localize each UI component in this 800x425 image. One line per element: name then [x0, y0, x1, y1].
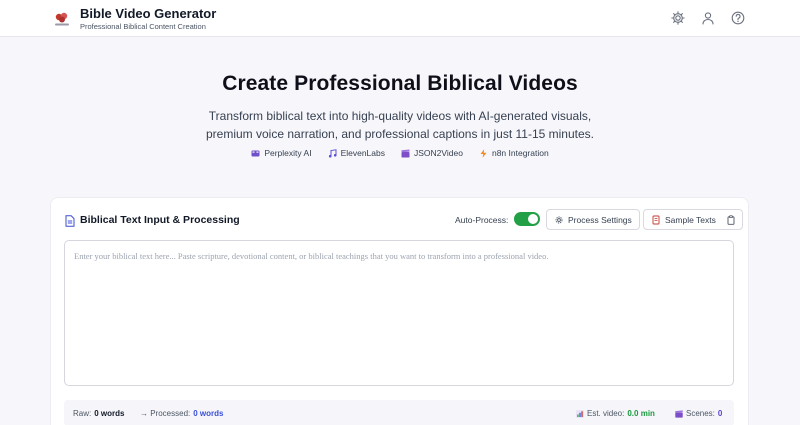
- clapper-icon: [401, 149, 410, 158]
- tech-elevenlabs: ElevenLabs: [328, 148, 385, 158]
- app-logo: [52, 9, 72, 29]
- document-icon: [65, 214, 75, 227]
- help-icon[interactable]: [730, 10, 746, 26]
- sample-texts-button[interactable]: Sample Texts: [643, 209, 743, 230]
- technology-list: Perplexity AI ElevenLabs JSON2Video n8n …: [0, 148, 800, 158]
- page-title: Create Professional Biblical Videos: [222, 72, 578, 95]
- tech-json2video: JSON2Video: [401, 148, 463, 158]
- clipboard-icon: [726, 214, 736, 225]
- scenes-label: Scenes:: [686, 409, 715, 418]
- gear-icon[interactable]: [670, 10, 686, 26]
- user-icon[interactable]: [700, 10, 716, 26]
- clapper-icon: [675, 409, 683, 418]
- tech-label: Perplexity AI: [264, 148, 312, 158]
- tech-label: JSON2Video: [413, 148, 463, 158]
- processed-label: → Processed:: [140, 409, 191, 418]
- auto-process-label: Auto-Process:: [455, 215, 509, 225]
- tech-label: n8n Integration: [491, 148, 549, 158]
- film-icon: [251, 149, 260, 158]
- description-line-1: Transform biblical text into high-qualit…: [208, 109, 592, 123]
- est-video-value: 0.0 min: [627, 409, 655, 418]
- raw-label: Raw:: [73, 409, 92, 418]
- description-line-2: premium voice narration, and professiona…: [206, 127, 594, 141]
- card-title: Biblical Text Input & Processing: [80, 214, 240, 226]
- music-note-icon: [328, 148, 337, 158]
- toggle-knob: [528, 214, 538, 224]
- process-settings-label: Process Settings: [568, 214, 632, 225]
- tech-label: ElevenLabs: [340, 148, 385, 158]
- auto-process-toggle[interactable]: [514, 212, 540, 226]
- processed-word-count: → Processed: 0 words: [140, 409, 223, 418]
- raw-word-count: Raw: 0 words: [73, 409, 124, 418]
- estimated-video-length: Est. video: 0.0 min: [576, 409, 655, 418]
- book-icon: [651, 215, 661, 225]
- chart-icon: [576, 409, 584, 418]
- app-subtitle: Professional Biblical Content Creation: [80, 22, 206, 31]
- sample-texts-label: Sample Texts: [665, 214, 716, 225]
- process-settings-button[interactable]: Process Settings: [546, 209, 640, 230]
- est-video-label: Est. video:: [587, 409, 625, 418]
- raw-value: 0 words: [94, 409, 125, 418]
- gear-icon: [554, 215, 564, 225]
- page-description: Transform biblical text into high-qualit…: [150, 107, 650, 143]
- tech-perplexity: Perplexity AI: [251, 148, 312, 158]
- scene-count: Scenes: 0: [675, 409, 722, 418]
- processed-value: 0 words: [193, 409, 224, 418]
- app-title: Bible Video Generator: [80, 6, 217, 21]
- scenes-value: 0: [717, 409, 723, 418]
- app-header: Bible Video Generator Professional Bibli…: [0, 0, 800, 37]
- biblical-text-input[interactable]: [64, 240, 734, 386]
- tech-n8n: n8n Integration: [479, 148, 549, 158]
- lightning-icon: [479, 148, 488, 158]
- stats-bar: Raw: 0 words → Processed: 0 words Est. v…: [64, 400, 734, 425]
